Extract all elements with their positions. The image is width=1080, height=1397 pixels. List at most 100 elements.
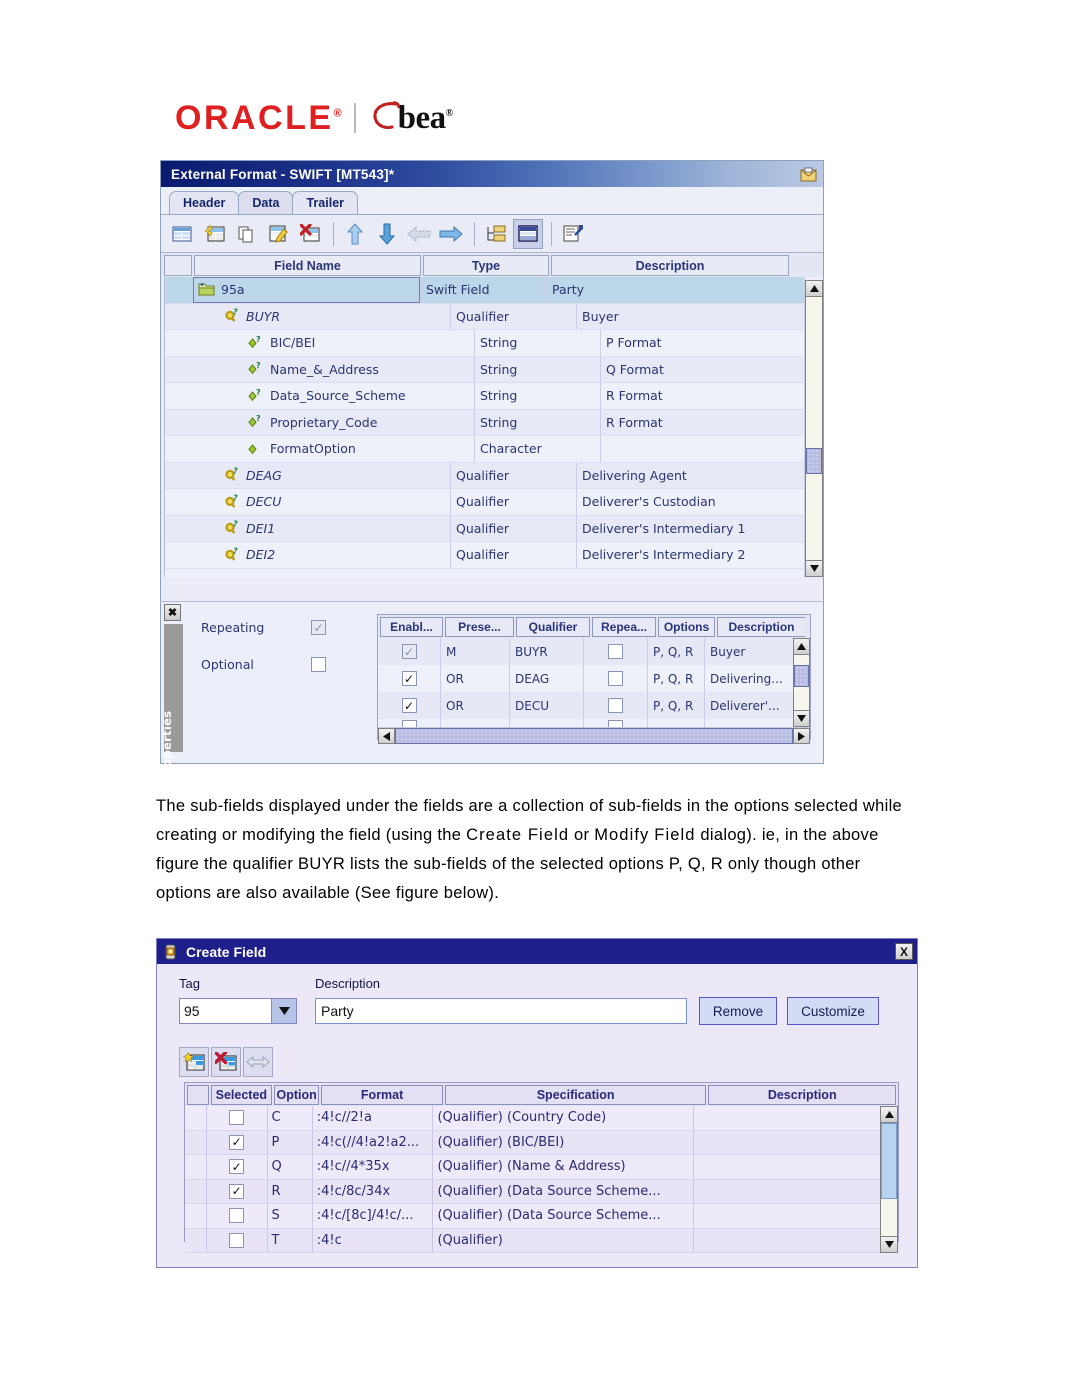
tree-vertical-scrollbar[interactable] [804, 277, 823, 577]
table-row[interactable]: ✓ M BUYR P, Q, R Buyer [378, 638, 793, 665]
scroll-down-arrow-icon[interactable] [880, 1236, 898, 1253]
column-header-repeating[interactable]: Repea... [592, 617, 656, 637]
delete-option-icon[interactable] [211, 1047, 241, 1077]
column-header-enabled[interactable]: Enabl... [380, 617, 443, 637]
table-row[interactable]: ? Proprietary_Code String R Format [165, 409, 804, 436]
properties-panel-icon[interactable] [513, 218, 543, 249]
table-row-partial[interactable] [378, 719, 793, 727]
column-header-qualifier-description[interactable]: Description [717, 617, 805, 637]
table-row[interactable]: ? DEI2 Qualifier Deliverer's Intermediary 2 [165, 542, 804, 569]
column-header-option[interactable]: Option [273, 1085, 320, 1105]
table-row[interactable]: ? DECU Qualifier Deliverer's Custodian [165, 489, 804, 516]
column-header-type[interactable]: Type [423, 255, 549, 276]
table-row[interactable]: FormatOption Character [165, 436, 804, 463]
chevron-down-icon[interactable] [271, 998, 297, 1024]
scroll-thumb-horizontal[interactable] [395, 728, 793, 744]
column-header-specification[interactable]: Specification [444, 1085, 707, 1105]
scroll-thumb[interactable] [881, 1123, 897, 1199]
selected-checkbox[interactable] [229, 1208, 245, 1224]
properties-close-button[interactable]: ✖ [164, 604, 181, 621]
move-left-icon[interactable] [404, 219, 434, 249]
dialog-close-button[interactable]: X [895, 943, 913, 960]
table-row[interactable]: ✓ R:4!c/8c/34x (Qualifier) (Data Source Sc… [185, 1179, 880, 1204]
table-row[interactable]: ✓ P:4!c(//4!a2!a2... (Qualifier) (BIC/BEI) [185, 1130, 880, 1155]
qualifier-grid-horizontal-scrollbar[interactable] [378, 727, 810, 744]
grid-corner-header[interactable] [164, 255, 192, 276]
copy-icon[interactable] [231, 219, 261, 249]
tree-expand-icon[interactable] [481, 219, 511, 249]
remove-button[interactable]: Remove [699, 997, 777, 1025]
column-header-field-name[interactable]: Field Name [194, 255, 421, 276]
selected-checkbox[interactable] [229, 1232, 245, 1248]
move-up-icon[interactable] [340, 219, 370, 249]
tab-trailer[interactable]: Trailer [292, 191, 359, 214]
qualifier-grid-vertical-scrollbar[interactable] [793, 638, 810, 727]
add-option-icon[interactable] [179, 1047, 209, 1077]
column-header-options[interactable]: Options [658, 617, 715, 637]
move-right-icon[interactable] [436, 219, 466, 249]
column-header-gutter[interactable] [187, 1085, 209, 1105]
repeating-checkbox[interactable] [608, 698, 623, 713]
table-row[interactable]: ? DEAG Qualifier Delivering Agent [165, 462, 804, 489]
scroll-up-arrow-icon[interactable] [793, 638, 810, 655]
selected-checkbox[interactable]: ✓ [229, 1159, 245, 1175]
table-row[interactable]: ? Name_&_Address String Q Format [165, 356, 804, 383]
options-grid-vertical-scrollbar[interactable] [880, 1106, 898, 1253]
scroll-thumb[interactable] [794, 665, 809, 687]
repeating-checkbox[interactable] [608, 671, 623, 686]
column-header-format[interactable]: Format [321, 1085, 443, 1105]
tag-combobox[interactable]: 95 [179, 998, 297, 1024]
repeating-checkbox[interactable] [608, 719, 623, 727]
column-header-option-description[interactable]: Description [708, 1085, 896, 1105]
add-field-icon[interactable] [199, 219, 229, 249]
selected-checkbox[interactable] [229, 1110, 245, 1126]
scroll-up-arrow-icon[interactable] [880, 1106, 898, 1123]
table-row[interactable]: 95a Swift Field Party [165, 277, 804, 304]
customize-button[interactable]: Customize [787, 997, 879, 1025]
table-row[interactable]: S:4!c/[8c]/4!c/... (Qualifier) (Data Sour… [185, 1204, 880, 1229]
scroll-right-arrow-icon[interactable] [793, 728, 810, 744]
scroll-down-arrow-icon[interactable] [805, 560, 823, 577]
properties-tab-strip[interactable]: Properties [160, 624, 183, 781]
scroll-thumb[interactable] [806, 448, 822, 474]
scroll-track-horizontal[interactable] [395, 728, 793, 744]
enabled-checkbox[interactable] [401, 719, 417, 727]
column-header-selected[interactable]: Selected [210, 1085, 272, 1105]
scroll-left-arrow-icon[interactable] [378, 728, 395, 744]
tab-header[interactable]: Header [169, 191, 240, 214]
table-row[interactable]: ✓ OR DEAG P, Q, R Delivering... [378, 665, 793, 692]
enabled-checkbox[interactable]: ✓ [401, 698, 417, 713]
move-down-icon[interactable] [372, 219, 402, 249]
column-header-qualifier[interactable]: Qualifier [516, 617, 590, 637]
document-properties-icon[interactable] [558, 219, 588, 249]
property-repeating-checkbox[interactable]: ✓ [311, 620, 326, 635]
scroll-track[interactable] [880, 1123, 898, 1236]
table-row[interactable]: ✓ Q:4!c//4*35x (Qualifier) (Name & Addres… [185, 1155, 880, 1180]
tab-data[interactable]: Data [238, 191, 294, 214]
table-row[interactable]: ? BUYR Qualifier Buyer [165, 303, 804, 330]
table-row[interactable]: ? BIC/BEI String P Format [165, 330, 804, 357]
table-row[interactable]: ? Data_Source_Scheme String R Format [165, 383, 804, 410]
scroll-track[interactable] [793, 655, 810, 710]
edit-field-icon[interactable] [263, 219, 293, 249]
column-header-description[interactable]: Description [551, 255, 789, 276]
new-format-icon[interactable] [167, 219, 197, 249]
resize-columns-icon[interactable] [243, 1047, 273, 1077]
scroll-up-arrow-icon[interactable] [805, 280, 823, 297]
table-row[interactable]: ✓ OR DECU P, Q, R Deliverer'... [378, 692, 793, 719]
repeating-checkbox[interactable] [608, 644, 623, 659]
scroll-down-arrow-icon[interactable] [793, 710, 810, 727]
enabled-checkbox[interactable]: ✓ [401, 671, 417, 686]
mail-envelope-icon[interactable] [799, 165, 817, 183]
scroll-track[interactable] [805, 297, 823, 560]
column-header-presence[interactable]: Prese... [445, 617, 514, 637]
property-optional-checkbox[interactable] [311, 657, 326, 672]
table-row[interactable]: T:4!c (Qualifier) [185, 1228, 880, 1253]
selected-checkbox[interactable]: ✓ [229, 1134, 245, 1150]
table-row[interactable]: ? DEI1 Qualifier Deliverer's Intermediary 1 [165, 515, 804, 542]
enabled-checkbox[interactable]: ✓ [401, 644, 417, 659]
description-input[interactable]: Party [315, 998, 687, 1024]
delete-field-icon[interactable] [295, 219, 325, 249]
selected-checkbox[interactable]: ✓ [229, 1183, 245, 1199]
table-row[interactable]: C:4!c//2!a (Qualifier) (Country Code) [185, 1106, 880, 1131]
